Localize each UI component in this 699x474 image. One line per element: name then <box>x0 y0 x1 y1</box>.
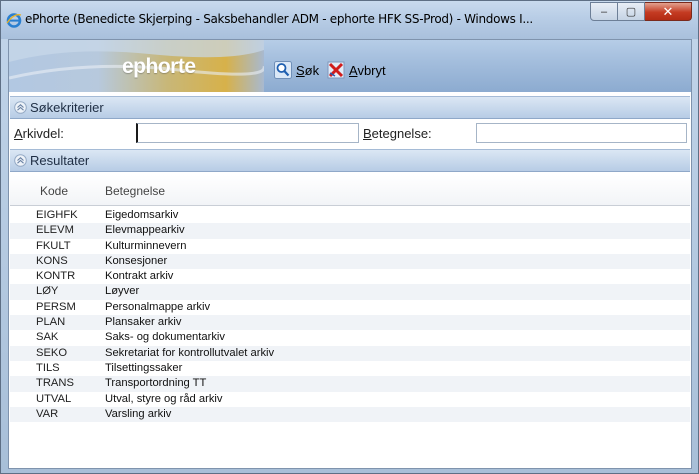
minimize-icon: – <box>600 5 608 18</box>
cell-kode: PLAN <box>36 316 66 329</box>
betegnelse-label: Betegnelse: <box>363 126 432 141</box>
column-header-betegnelse[interactable]: Betegnelse <box>105 184 165 198</box>
cell-betegnelse: Transportordning TT <box>105 377 207 390</box>
table-row[interactable]: KONTR Kontrakt arkiv <box>10 269 690 284</box>
cell-betegnelse: Løyver <box>105 285 140 298</box>
cell-kode: PERSM <box>36 300 76 313</box>
table-row[interactable]: PERSM Personalmappe arkiv <box>10 300 690 315</box>
cell-kode: EIGHFK <box>36 209 78 221</box>
cell-kode: KONS <box>36 254 68 267</box>
results-table-body: EIGHFK Eigedomsarkiv ELEVM Elevmappearkiv FK… <box>10 208 690 423</box>
betegnelse-input[interactable] <box>476 123 687 143</box>
cell-betegnelse: Utval, styre og råd arkiv <box>105 392 223 405</box>
cell-betegnelse: Varsling arkiv <box>105 407 172 420</box>
maximize-button[interactable]: ▢ <box>618 2 645 21</box>
table-row[interactable]: UTVAL Utval, styre og råd arkiv <box>10 392 690 407</box>
cell-betegnelse: Kulturminnevern <box>105 239 187 252</box>
search-criteria-title: Søkekriterier <box>30 100 104 115</box>
cell-betegnelse: Konsesjoner <box>105 254 168 267</box>
caption-buttons: – ▢ ✕ <box>590 2 692 22</box>
cell-betegnelse: Plansaker arkiv <box>105 316 182 329</box>
arkivdel-label: Arkivdel: <box>14 126 64 141</box>
cell-betegnelse: Sekretariat for kontrollutvalet arkiv <box>105 346 275 359</box>
search-icon <box>274 61 292 79</box>
collapse-chevron-icon[interactable] <box>14 101 27 114</box>
table-row[interactable]: KONS Konsesjoner <box>10 253 690 270</box>
arkivdel-input[interactable] <box>136 123 359 143</box>
cell-betegnelse: Tilsettingssaker <box>105 361 183 374</box>
header-banner: ephorte Søk Avbryt <box>9 40 691 92</box>
cell-kode: SEKO <box>36 346 68 359</box>
minimize-button[interactable]: – <box>590 2 618 21</box>
internet-explorer-icon <box>6 13 22 28</box>
cell-kode: TRANS <box>36 377 74 390</box>
collapse-chevron-icon[interactable] <box>14 154 27 167</box>
cell-betegnelse: Kontrakt arkiv <box>105 270 174 283</box>
cell-betegnelse: Saks- og dokumentarkiv <box>105 331 226 344</box>
search-button[interactable]: Søk <box>274 60 319 80</box>
table-row[interactable]: PLAN Plansaker arkiv <box>10 315 690 331</box>
logo-area: ephorte <box>9 40 264 92</box>
table-row[interactable]: SEKO Sekretariat for kontrollutvalet arki… <box>10 345 690 361</box>
cell-betegnelse: Elevmappearkiv <box>105 224 185 237</box>
table-row[interactable]: VAR Varsling arkiv <box>10 406 690 423</box>
ephorte-logo: ephorte <box>122 55 196 78</box>
cell-betegnelse: Eigedomsarkiv <box>105 209 179 221</box>
results-header[interactable]: Resultater <box>10 149 690 172</box>
app-client-area: ephorte Søk Avbryt Søkekriterier Arkivde… <box>8 39 692 469</box>
cancel-button[interactable]: Avbryt <box>327 60 386 80</box>
table-row[interactable]: LØY Løyver <box>10 284 690 300</box>
cell-betegnelse: Personalmappe arkiv <box>105 300 211 313</box>
table-row[interactable]: ELEVM Elevmappearkiv <box>10 223 690 239</box>
cell-kode: VAR <box>36 407 59 420</box>
cancel-x-icon <box>327 61 345 79</box>
criteria-form: Arkivdel: Betegnelse: <box>9 120 691 146</box>
cell-kode: LØY <box>36 285 59 298</box>
search-criteria-header[interactable]: Søkekriterier <box>10 96 690 119</box>
table-row[interactable]: SAK Saks- og dokumentarkiv <box>10 330 690 345</box>
window-title: ePhorte (Benedicte Skjerping - Saksbehan… <box>25 12 533 26</box>
cell-kode: TILS <box>36 361 60 374</box>
results-title: Resultater <box>30 153 90 168</box>
cell-kode: KONTR <box>36 270 76 283</box>
table-row[interactable]: TRANS Transportordning TT <box>10 376 690 392</box>
table-row[interactable]: FKULT Kulturminnevern <box>10 239 690 254</box>
cell-kode: SAK <box>36 331 59 344</box>
cancel-label: Avbryt <box>349 62 386 78</box>
maximize-icon: ▢ <box>625 6 637 18</box>
results-table-header: Kode Betegnelse <box>10 175 690 206</box>
close-button[interactable]: ✕ <box>645 2 692 21</box>
cell-kode: UTVAL <box>36 392 72 405</box>
column-header-kode[interactable]: Kode <box>40 184 68 198</box>
title-bar[interactable]: ePhorte (Benedicte Skjerping - Saksbehan… <box>1 1 698 39</box>
cell-kode: FKULT <box>36 239 71 252</box>
app-window: ePhorte (Benedicte Skjerping - Saksbehan… <box>0 0 699 474</box>
search-label: Søk <box>296 62 320 78</box>
close-icon: ✕ <box>662 3 674 19</box>
table-row[interactable]: TILS Tilsettingssaker <box>10 361 690 376</box>
cell-kode: ELEVM <box>36 224 74 237</box>
table-row[interactable]: EIGHFK Eigedomsarkiv <box>10 208 690 223</box>
